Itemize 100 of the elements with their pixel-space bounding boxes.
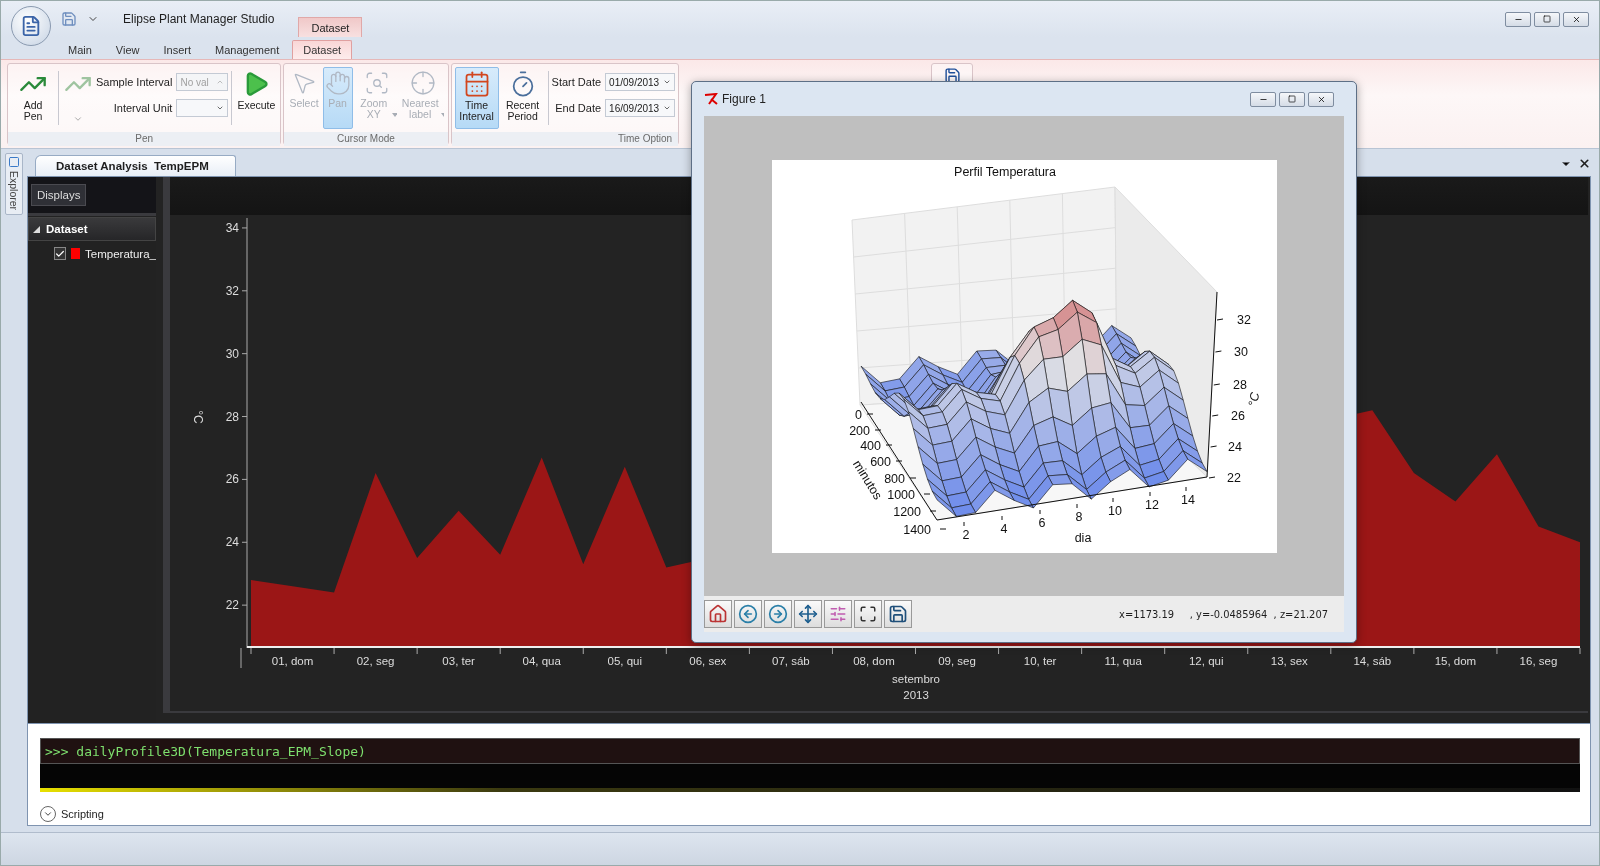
sliders-icon <box>829 605 847 623</box>
y-tick-label: 28 <box>225 409 239 424</box>
x-tick-label: 03, ter <box>442 654 475 667</box>
minimize-button[interactable] <box>1505 11 1531 27</box>
console-input[interactable] <box>40 764 1580 792</box>
execute-button[interactable]: Execute <box>235 67 278 129</box>
x-tick-label: 02, seg <box>356 654 395 667</box>
spin-up-icon <box>216 78 225 86</box>
start-date-picker[interactable]: 01/09/2013 <box>605 73 676 91</box>
restore-icon <box>1543 15 1551 23</box>
feather-logo-icon <box>704 93 718 105</box>
group-label: Time Option <box>451 132 679 146</box>
ribbon-tab[interactable]: Management <box>204 40 291 59</box>
z-tick-label: 26 <box>1230 409 1245 423</box>
y-tick-label: 800 <box>883 472 905 486</box>
y-tick-label: 1200 <box>892 505 921 519</box>
caret-icon <box>663 78 672 86</box>
window-icon <box>8 156 20 168</box>
x-tick-label: 10, ter <box>1023 654 1057 667</box>
x-tick-label: 04, qua <box>522 654 561 667</box>
figure-title: Figure 1 <box>722 92 767 106</box>
maximize-button[interactable] <box>1279 91 1305 107</box>
y-tick-label: 1000 <box>886 488 915 502</box>
ribbon-tab[interactable]: Insert <box>152 40 202 59</box>
back-button[interactable] <box>734 600 762 628</box>
interval-unit-label: Interval Unit <box>113 102 173 114</box>
contextual-tab-group-header: Dataset <box>298 17 363 37</box>
time-mode-button[interactable]: Time Interval <box>454 67 499 129</box>
ribbon-tab[interactable]: Main <box>57 40 103 59</box>
restore-button[interactable] <box>1534 11 1560 27</box>
application-button[interactable] <box>11 6 51 46</box>
caret-icon <box>391 113 397 117</box>
z-tick-label: 22 <box>1226 471 1241 485</box>
y-tick-label: 24 <box>225 535 239 549</box>
forward-button[interactable] <box>764 600 792 628</box>
caret-icon <box>663 104 672 112</box>
home-button[interactable] <box>704 600 732 628</box>
save-button[interactable] <box>884 600 912 628</box>
maximize-icon <box>1288 95 1296 103</box>
subplots-button[interactable] <box>824 600 852 628</box>
y-tick-label: 32 <box>225 283 239 298</box>
pen-checkbox[interactable] <box>54 247 66 260</box>
explorer-tab[interactable]: Explorer <box>5 153 23 216</box>
z-axis-label: °C <box>1245 391 1262 408</box>
window-title: Elipse Plant Manager Studio <box>123 12 275 26</box>
x-tick-label: 07, sáb <box>772 654 810 667</box>
ribbon-tab[interactable]: Dataset <box>292 40 353 59</box>
time-mode-button[interactable]: Recent Period <box>500 67 545 129</box>
minimize-button[interactable] <box>1250 91 1276 107</box>
x-tick-label: 08, dom <box>853 654 895 667</box>
z-tick-label: 30 <box>1233 345 1248 359</box>
close-button[interactable] <box>1308 91 1334 107</box>
group-label: Pen <box>8 132 281 146</box>
crosshair-icon <box>409 70 436 96</box>
x-tick-label: 06, sex <box>689 654 727 667</box>
z-tick-label: 32 <box>1236 313 1251 327</box>
document-tab[interactable]: Dataset Analysis TempEPM <box>35 155 236 176</box>
x-tick-label: 14, sáb <box>1353 654 1392 667</box>
start-date-label: Start Date <box>551 76 602 88</box>
y-tick-label: 30 <box>225 346 239 361</box>
x-tick-label: 8 <box>1075 510 1082 524</box>
x-tick-label: 12, qui <box>1188 654 1224 667</box>
caret-icon <box>73 114 83 124</box>
pan-button[interactable] <box>794 600 822 628</box>
forward-icon <box>768 604 788 624</box>
end-date-label: End Date <box>555 102 602 114</box>
x-tick-label: 14 <box>1180 493 1195 507</box>
home-icon <box>708 604 728 624</box>
x-tick-label: 10 <box>1107 504 1122 518</box>
close-icon <box>1571 14 1581 24</box>
y-tick-label: 1400 <box>902 523 931 537</box>
ribbon-tab[interactable]: View <box>104 40 151 59</box>
close-button[interactable] <box>1563 11 1589 27</box>
save-icon[interactable] <box>943 66 961 84</box>
cursor-coordinates: x=1173.19 , y=-0.0485964 , z=21.207 <box>1119 607 1328 621</box>
x-tick-label: 01, dom <box>271 654 314 667</box>
x-tick-label: 6 <box>1038 516 1045 530</box>
fit-button[interactable] <box>854 600 882 628</box>
hand-icon <box>324 70 351 96</box>
x-tick-label: 15, dom <box>1434 654 1477 667</box>
scripting-expander[interactable]: Scripting <box>40 806 104 822</box>
y-tick-label: 0 <box>854 408 862 422</box>
add-pen-button[interactable]: Add Pen <box>11 67 55 129</box>
displays-button[interactable]: Displays <box>31 184 87 206</box>
x-tick-label: 11, qua <box>1104 654 1142 667</box>
dataset-section-header[interactable]: Dataset <box>28 217 156 241</box>
end-date-picker[interactable]: 16/09/2013 <box>605 99 676 117</box>
y-tick-label: 200 <box>848 424 870 438</box>
x-tick-label: 09, seg <box>938 654 976 667</box>
close-icon <box>1316 94 1326 104</box>
close-icon[interactable] <box>1578 157 1591 170</box>
caret-icon <box>440 113 445 117</box>
y-tick-label: 26 <box>225 472 239 487</box>
back-icon <box>738 604 758 624</box>
y-tick-label: 22 <box>225 597 239 612</box>
document-icon <box>20 15 42 37</box>
x-axis-label: dia <box>1074 531 1091 545</box>
sample-interval-label: Sample Interval <box>96 76 173 88</box>
y-tick-label: 400 <box>859 439 881 453</box>
save-icon <box>888 604 908 624</box>
